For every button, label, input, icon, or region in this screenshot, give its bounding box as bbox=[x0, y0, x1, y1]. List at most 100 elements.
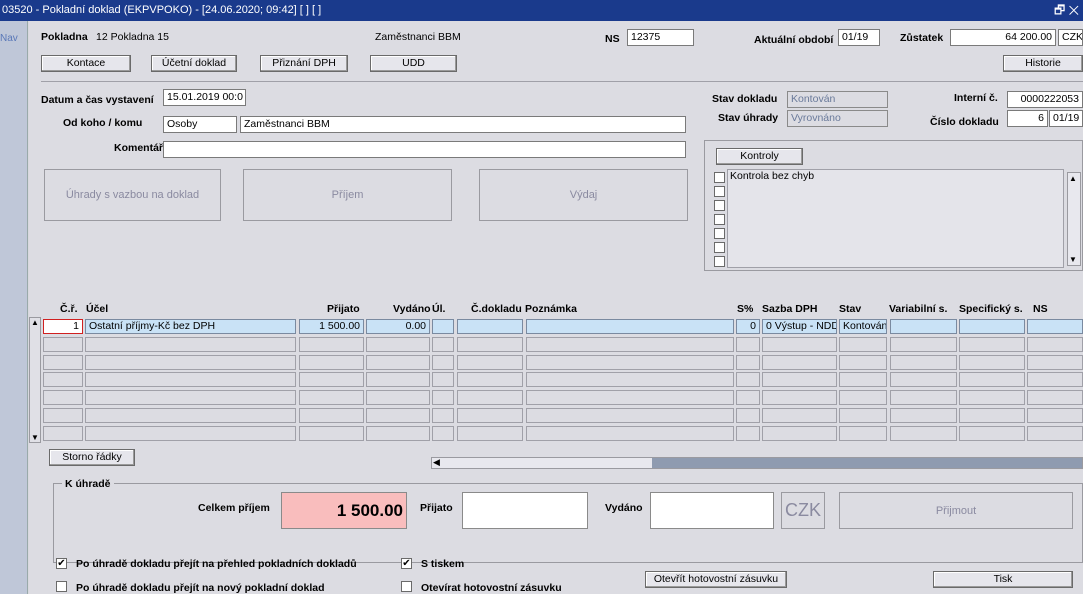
scroll-down-icon[interactable]: ▼ bbox=[1069, 255, 1077, 264]
datetime-field[interactable]: 15.01.2019 00:0 bbox=[163, 89, 246, 106]
table-hscrollbar[interactable]: ◀ bbox=[431, 457, 1083, 469]
table-cell-stav[interactable] bbox=[839, 336, 887, 352]
column-header-sp[interactable]: S% bbox=[737, 303, 753, 315]
table-cell-vs[interactable] bbox=[890, 408, 957, 423]
table-cell-prijato[interactable]: 1 500.00 bbox=[299, 319, 364, 334]
table-cell-sazba[interactable] bbox=[762, 354, 837, 370]
table-cell-vydano[interactable]: 0.00 bbox=[366, 319, 430, 334]
table-cell-ucel[interactable] bbox=[85, 372, 296, 388]
table-cell-stav[interactable] bbox=[839, 408, 887, 423]
table-cell-stav[interactable] bbox=[839, 425, 887, 441]
table-cell-stav[interactable]: Kontován bbox=[839, 319, 887, 334]
table-cell-ns[interactable] bbox=[1027, 372, 1083, 388]
table-cell-poznamka[interactable] bbox=[526, 354, 734, 370]
from-to-name-field[interactable]: Zaměstnanci BBM bbox=[240, 116, 686, 133]
table-cell-vs[interactable] bbox=[890, 354, 957, 370]
table-cell-sazba[interactable] bbox=[762, 425, 837, 441]
table-cell-prijato[interactable] bbox=[299, 390, 364, 406]
table-cell-ss[interactable] bbox=[959, 372, 1025, 388]
table-cell-ss[interactable] bbox=[959, 390, 1025, 406]
table-cell-poznamka[interactable] bbox=[526, 336, 734, 352]
table-cell-stav[interactable] bbox=[839, 354, 887, 370]
table-cell-ss[interactable] bbox=[959, 408, 1025, 423]
table-cell-ul[interactable] bbox=[432, 336, 454, 352]
kontrola-checkbox[interactable] bbox=[714, 256, 725, 267]
scroll-up-icon[interactable]: ▲ bbox=[1069, 174, 1077, 183]
table-cell-sp[interactable]: 0 bbox=[736, 319, 760, 334]
table-cell-sp[interactable] bbox=[736, 354, 760, 370]
column-header-poznamka[interactable]: Poznámka bbox=[525, 303, 577, 315]
table-cell-sp[interactable] bbox=[736, 336, 760, 352]
column-header-ul[interactable]: Úl. bbox=[432, 303, 445, 315]
table-cell-poznamka[interactable] bbox=[526, 390, 734, 406]
table-cell-ucel[interactable]: Ostatní příjmy-Kč bez DPH bbox=[85, 319, 296, 334]
column-header-sazba[interactable]: Sazba DPH bbox=[762, 303, 817, 315]
table-cell-prijato[interactable] bbox=[299, 408, 364, 423]
table-cell-ss[interactable] bbox=[959, 425, 1025, 441]
column-header-stav[interactable]: Stav bbox=[839, 303, 861, 315]
historie-button[interactable]: Historie bbox=[1003, 55, 1083, 72]
nav-strip[interactable]: Nav bbox=[0, 21, 28, 594]
table-cell-sazba[interactable] bbox=[762, 408, 837, 423]
table-cell-sazba[interactable] bbox=[762, 390, 837, 406]
scroll-left-icon[interactable]: ◀ bbox=[433, 457, 440, 468]
table-vscrollbar[interactable]: ▲ ▼ bbox=[29, 317, 41, 443]
table-cell-vs[interactable] bbox=[890, 390, 957, 406]
table-cell-prijato[interactable] bbox=[299, 372, 364, 388]
priznani-dph-button[interactable]: Přiznání DPH bbox=[260, 55, 348, 72]
table-cell-sazba[interactable] bbox=[762, 336, 837, 352]
interni-field[interactable]: 0000222053 bbox=[1007, 91, 1083, 108]
table-cell-cdokladu[interactable] bbox=[457, 319, 523, 334]
kontrola-checkbox[interactable] bbox=[714, 200, 725, 211]
column-header-ss[interactable]: Specifický s. bbox=[959, 303, 1023, 315]
column-header-vs[interactable]: Variabilní s. bbox=[889, 303, 947, 315]
opt2-checkbox[interactable] bbox=[56, 581, 67, 592]
table-cell-ucel[interactable] bbox=[85, 336, 296, 352]
scroll-thumb[interactable] bbox=[652, 458, 1082, 468]
table-cell-vydano[interactable] bbox=[366, 425, 430, 441]
table-cell-poznamka[interactable] bbox=[526, 425, 734, 441]
table-cell-cr[interactable] bbox=[43, 390, 83, 406]
table-cell-cr[interactable]: 1 bbox=[43, 319, 83, 334]
kontrola-checkbox[interactable] bbox=[714, 172, 725, 183]
table-cell-cr[interactable] bbox=[43, 336, 83, 352]
table-cell-prijato[interactable] bbox=[299, 425, 364, 441]
print-button[interactable]: Tisk bbox=[933, 571, 1073, 588]
table-cell-ucel[interactable] bbox=[85, 408, 296, 423]
ucetni-doklad-button[interactable]: Účetní doklad bbox=[151, 55, 237, 72]
comment-field[interactable] bbox=[163, 141, 686, 158]
table-cell-vydano[interactable] bbox=[366, 372, 430, 388]
table-cell-vs[interactable] bbox=[890, 319, 957, 334]
open-drawer-button[interactable]: Otevřít hotovostní zásuvku bbox=[645, 571, 787, 588]
table-cell-ss[interactable] bbox=[959, 319, 1025, 334]
scroll-up-icon[interactable]: ▲ bbox=[31, 318, 39, 327]
table-cell-ns[interactable] bbox=[1027, 319, 1083, 334]
table-cell-sp[interactable] bbox=[736, 390, 760, 406]
table-cell-vs[interactable] bbox=[890, 425, 957, 441]
table-cell-ns[interactable] bbox=[1027, 354, 1083, 370]
cislo-field[interactable]: 6 bbox=[1007, 110, 1048, 127]
table-cell-cr[interactable] bbox=[43, 408, 83, 423]
prijato-input[interactable] bbox=[462, 492, 588, 529]
table-cell-ns[interactable] bbox=[1027, 390, 1083, 406]
currency-button[interactable]: CZK bbox=[781, 492, 825, 529]
window-controls-icon[interactable]: 🗗 ✕ bbox=[1054, 0, 1079, 21]
table-cell-ul[interactable] bbox=[432, 408, 454, 423]
uhrady-button[interactable]: Úhrady s vazbou na doklad bbox=[44, 169, 221, 221]
kontroly-button[interactable]: Kontroly bbox=[716, 148, 803, 165]
table-cell-cdokladu[interactable] bbox=[457, 336, 523, 352]
kontace-button[interactable]: Kontace bbox=[41, 55, 131, 72]
table-cell-ul[interactable] bbox=[432, 425, 454, 441]
table-cell-poznamka[interactable] bbox=[526, 319, 734, 334]
table-cell-ucel[interactable] bbox=[85, 425, 296, 441]
table-cell-poznamka[interactable] bbox=[526, 372, 734, 388]
table-cell-sp[interactable] bbox=[736, 372, 760, 388]
table-cell-ss[interactable] bbox=[959, 336, 1025, 352]
scroll-down-icon[interactable]: ▼ bbox=[31, 433, 39, 442]
table-cell-prijato[interactable] bbox=[299, 354, 364, 370]
table-cell-ul[interactable] bbox=[432, 372, 454, 388]
cislo-period-field[interactable]: 01/19 bbox=[1049, 110, 1083, 127]
kontrola-checkbox[interactable] bbox=[714, 186, 725, 197]
table-cell-ucel[interactable] bbox=[85, 390, 296, 406]
opt1-checkbox[interactable]: ✔ bbox=[56, 558, 67, 569]
